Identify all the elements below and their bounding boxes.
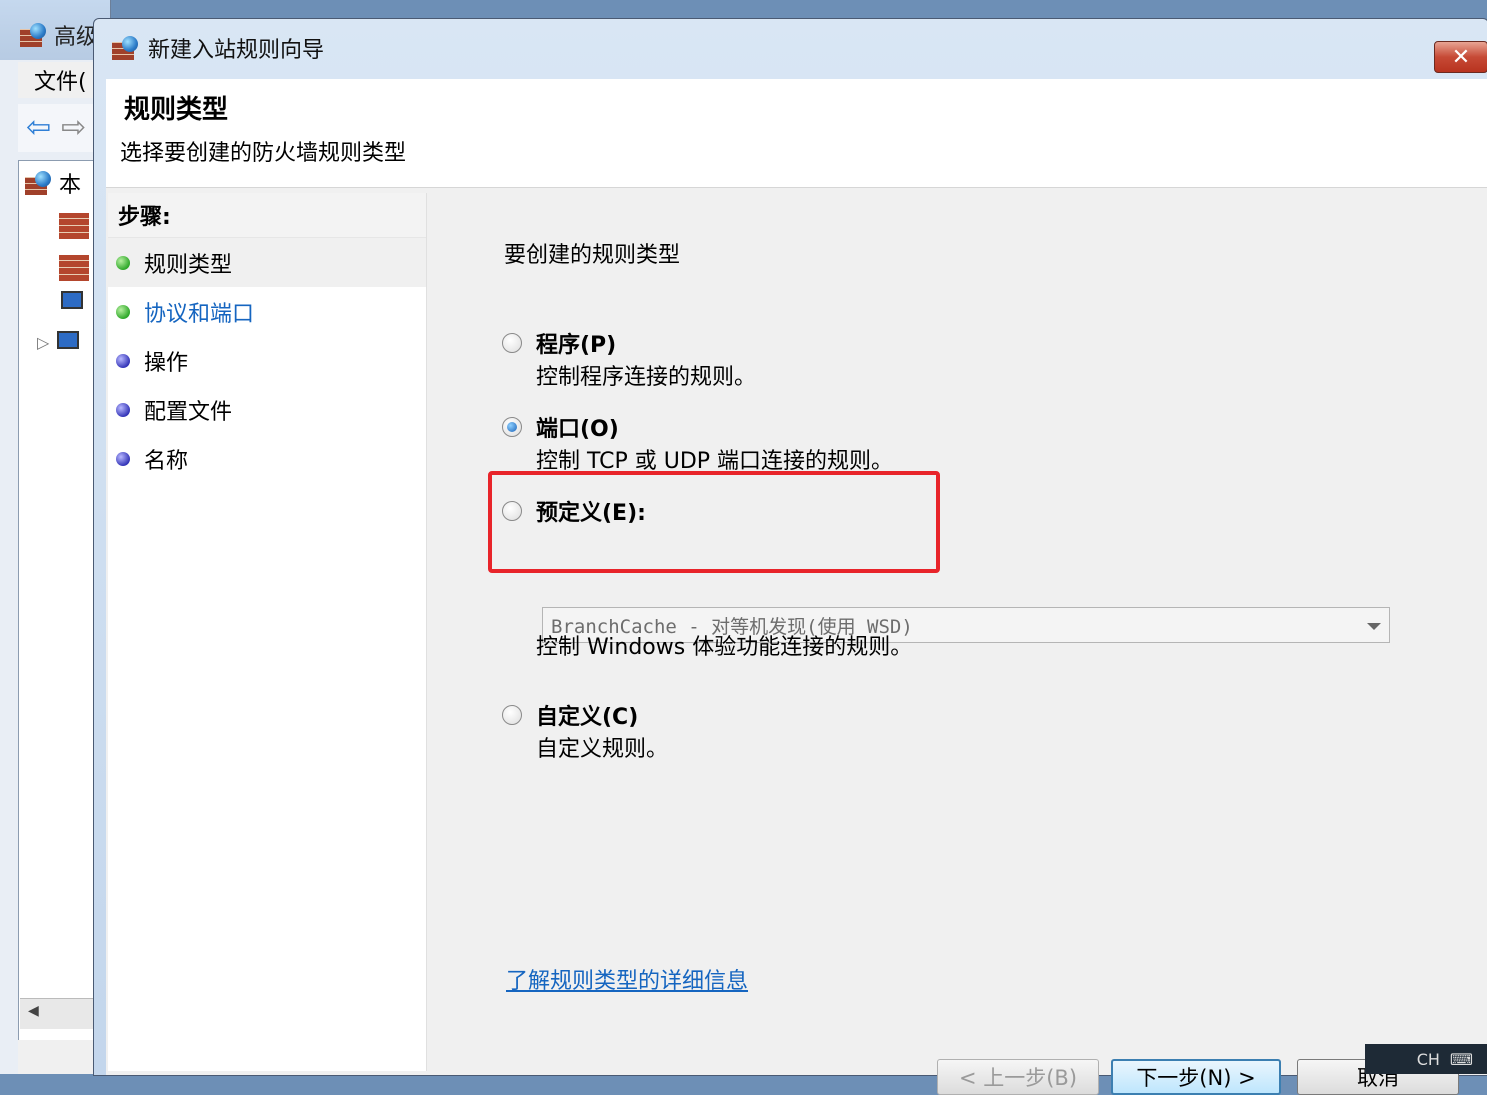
- tree-root-item[interactable]: 本: [25, 167, 81, 199]
- tree-item-inbound[interactable]: [59, 213, 89, 239]
- rule-type-content: 要创建的规则类型 程序(P) 控制程序连接的规则。 端口(O) 控制 TCP 或…: [436, 193, 1487, 1095]
- steps-heading: 步骤:: [108, 193, 426, 238]
- language-indicator[interactable]: CH: [1417, 1050, 1440, 1069]
- step-action: 操作: [108, 336, 426, 385]
- step-status-dot-icon: [116, 304, 130, 319]
- close-icon: ✕: [1451, 44, 1471, 70]
- firewall-globe-icon: [112, 36, 140, 60]
- expand-triangle-icon[interactable]: ▷: [37, 333, 49, 352]
- custom-radio[interactable]: [502, 705, 522, 725]
- keyboard-icon[interactable]: ⌨: [1450, 1050, 1473, 1069]
- background-window-title: 高级: [20, 20, 98, 50]
- dialog-titlebar[interactable]: 新建入站规则向导: [94, 19, 1487, 77]
- step-name: 名称: [108, 434, 426, 483]
- step-label: 操作: [144, 350, 189, 376]
- program-radio[interactable]: [502, 333, 522, 353]
- inbound-rules-icon: [59, 213, 89, 239]
- close-button[interactable]: ✕: [1434, 41, 1487, 73]
- step-label[interactable]: 协议和端口: [144, 296, 254, 328]
- learn-more-link[interactable]: 了解规则类型的详细信息: [506, 963, 748, 995]
- tree-root-label: 本: [59, 173, 82, 198]
- back-arrow-icon[interactable]: ⇦: [26, 113, 51, 143]
- step-protocol-and-ports[interactable]: 协议和端口: [108, 287, 426, 336]
- option-title[interactable]: 程序(P): [536, 327, 616, 359]
- option-title[interactable]: 预定义(E):: [536, 495, 646, 527]
- page-subtitle: 选择要创建的防火墙规则类型: [120, 141, 407, 166]
- tree-item-outbound[interactable]: [59, 255, 89, 281]
- firewall-globe-icon: [20, 23, 48, 47]
- dialog-client-area: 规则类型 选择要创建的防火墙规则类型 步骤: 规则类型 协议和端口 操作 配置文…: [106, 79, 1487, 1095]
- option-title[interactable]: 自定义(C): [536, 699, 638, 731]
- background-window-title-text: 高级: [54, 25, 99, 50]
- steps-pane: 步骤: 规则类型 协议和端口 操作 配置文件 名称: [108, 193, 427, 1071]
- chevron-down-icon[interactable]: [1367, 623, 1381, 630]
- taskbar-tray: CH ⌨: [1365, 1044, 1487, 1074]
- option-description: 控制程序连接的规则。: [536, 365, 757, 390]
- rule-type-question: 要创建的规则类型: [504, 243, 681, 268]
- option-description: 自定义规则。: [536, 737, 669, 762]
- tree-item-connection-security[interactable]: [59, 289, 87, 315]
- port-radio[interactable]: [502, 417, 522, 437]
- step-label: 名称: [144, 448, 189, 474]
- scroll-left-icon[interactable]: ◀: [28, 1003, 39, 1019]
- step-label: 规则类型: [144, 252, 233, 278]
- step-status-dot-icon: [116, 451, 130, 466]
- page-title: 规则类型: [124, 95, 229, 125]
- dialog-title: 新建入站规则向导: [148, 38, 325, 63]
- step-status-dot-icon: [116, 353, 130, 368]
- forward-arrow-icon[interactable]: ⇨: [61, 113, 86, 143]
- monitoring-icon: [55, 329, 83, 355]
- tree-item-monitoring[interactable]: ▷: [37, 329, 83, 355]
- new-inbound-rule-wizard: 新建入站规则向导 ✕ 规则类型 选择要创建的防火墙规则类型 步骤: 规则类型 协…: [93, 18, 1487, 1095]
- back-button[interactable]: < 上一步(B): [937, 1059, 1099, 1095]
- predefined-radio[interactable]: [502, 501, 522, 521]
- next-button[interactable]: 下一步(N) >: [1111, 1059, 1281, 1095]
- step-status-dot-icon: [116, 402, 130, 417]
- option-description: 控制 Windows 体验功能连接的规则。: [536, 635, 913, 660]
- connection-security-icon: [59, 289, 87, 315]
- firewall-globe-icon: [25, 171, 53, 195]
- step-rule-type: 规则类型: [108, 238, 426, 287]
- step-profile: 配置文件: [108, 385, 426, 434]
- menu-file-label: 文件(: [34, 70, 87, 95]
- step-status-dot-icon: [116, 255, 130, 270]
- wizard-header: 规则类型 选择要创建的防火墙规则类型: [106, 79, 1487, 188]
- outbound-rules-icon: [59, 255, 89, 281]
- option-title[interactable]: 端口(O): [536, 411, 619, 443]
- step-label: 配置文件: [144, 399, 233, 425]
